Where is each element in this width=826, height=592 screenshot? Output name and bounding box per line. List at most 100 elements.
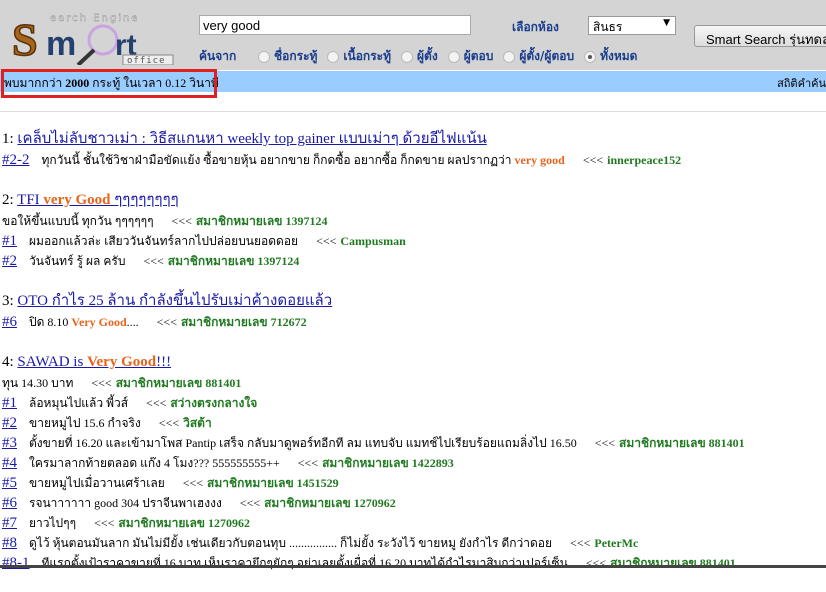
svg-text:earch Engine: earch Engine: [50, 13, 139, 24]
author-arrows: <<<: [143, 254, 164, 268]
reply-tag-link[interactable]: #8: [2, 535, 17, 551]
radio-1[interactable]: เนื้อกระทู้: [327, 47, 391, 66]
author-name[interactable]: สมาชิกหมายเลข 1270962: [264, 496, 396, 510]
reply-text: ทุกวันนี้ ชั้นใช้วิชาฝ่ามือขัดแย้ง ซื้อข…: [41, 153, 515, 167]
author-name[interactable]: สมาชิกหมายเลข 1397124: [168, 254, 300, 268]
reply-tag-link[interactable]: #2: [2, 253, 17, 269]
reply-line: #2-2 ทุกวันนี้ ชั้นใช้วิชาฝ่ามือขัดแย้ง ซ…: [2, 150, 826, 170]
radio-2[interactable]: ผู้ตั้ง: [401, 47, 438, 66]
radio-button[interactable]: [258, 50, 270, 63]
author-arrows: <<<: [158, 416, 180, 430]
search-scope-radios: ชื่อกระทู้ เนื้อกระทู้ ผู้ตั้ง ผู้ตอบ ผู้ตั้…: [258, 47, 637, 66]
result-item: 3: OTO กำไร 25 ล้าน กำลังขึ้นไปรับเม่าค้…: [2, 290, 826, 332]
author-arrows: <<<: [582, 153, 604, 167]
results-list: 1: เคล็บไม่ลับชาวเม่า : วิธีสแกนหา weekl…: [2, 128, 826, 592]
radio-button[interactable]: [447, 50, 460, 63]
radio-0[interactable]: ชื่อกระทู้: [258, 47, 317, 66]
search-statistics-link[interactable]: สถิติคำค้น: [777, 74, 826, 92]
author-name[interactable]: สมาชิกหมายเลข 1451529: [207, 476, 339, 490]
reply-line: ขอให้ขึ้นแบบนี้ ทุกวัน ๆๆๆๆๆๆ <<< สมาชิกหม…: [2, 211, 826, 231]
search-input[interactable]: very good: [199, 15, 471, 35]
result-item: 2: TFI very Good ๆๆๆๆๆๆๆๆ ขอให้ขึ้นแบบนี้…: [2, 189, 826, 271]
author-name[interactable]: สว่างตรงกลางใจ: [170, 396, 257, 410]
author-name[interactable]: PeterMc: [594, 536, 638, 550]
reply-line: ทุน 14.30 บาท <<< สมาชิกหมายเลข 881401: [2, 373, 826, 393]
reply-tag-link[interactable]: #8-1: [2, 555, 30, 571]
author-name[interactable]: innerpeace152: [607, 153, 681, 167]
chevron-down-icon: ▼: [663, 18, 670, 28]
author-name[interactable]: สมาชิกหมายเลข 881401: [116, 376, 242, 390]
room-label: เลือกห้อง: [512, 20, 559, 34]
author-name[interactable]: สมาชิกหมายเลข 881401: [619, 436, 745, 450]
author-arrows: <<<: [182, 476, 204, 490]
author-name[interactable]: สมาชิกหมายเลข 712672: [181, 315, 307, 329]
reply-tag-link[interactable]: #2-2: [2, 152, 30, 168]
highlight-term: Very Good: [87, 354, 157, 370]
reply-tag-link[interactable]: #6: [2, 314, 17, 330]
reply-text: ปิด 8.10: [29, 315, 72, 329]
title-text: TFI: [17, 192, 44, 208]
reply-text: ขอให้ขึ้นแบบนี้ ทุกวัน ๆๆๆๆๆๆ: [2, 214, 154, 228]
author-arrows: <<<: [91, 376, 112, 390]
svg-text:S: S: [12, 14, 38, 65]
radio-3[interactable]: ผู้ตอบ: [447, 47, 493, 66]
room-select[interactable]: สินธร ▼: [588, 16, 676, 35]
title-text: ๆๆๆๆๆๆๆๆ: [110, 192, 179, 208]
title-text: SAWAD is: [17, 354, 88, 370]
author-arrows: <<<: [171, 214, 192, 228]
reply-tag-link[interactable]: #3: [2, 435, 17, 451]
radio-4[interactable]: ผู้ตั้ง/ผู้ตอบ: [503, 47, 574, 66]
author-arrows: <<<: [156, 315, 177, 329]
author-name[interactable]: สมาชิกหมายเลข 1397124: [196, 214, 328, 228]
reply-tag-link[interactable]: #1: [2, 233, 17, 249]
reply-line: #2 วันจันทร์ รู้ ผล ครับ <<< สมาชิกหมายเลข …: [2, 251, 826, 271]
reply-text: ใครมาลากท้ายตลอด แก๊ง 4 โมง??? 555555555…: [29, 456, 280, 470]
reply-tag-link[interactable]: #7: [2, 515, 17, 531]
reply-line: #8 ดูไว้ หุ้นตอนมันลาก มันไม่มียั้ง เช่นเ…: [2, 533, 826, 553]
reply-line: #5 ขายหมูไปเมื่อวานเศร้าเลย <<< สมาชิกหมายเ…: [2, 473, 826, 493]
result-title-link[interactable]: เคล็บไม่ลับชาวเม่า : วิธีสแกนหา weekly t…: [17, 131, 486, 147]
author-arrows: <<<: [94, 516, 115, 530]
reply-tag-link[interactable]: #1: [2, 395, 17, 411]
smart-search-button[interactable]: Smart Search รุ่นทดลอง: [694, 25, 826, 47]
highlight-term: very Good: [43, 192, 111, 208]
reply-line: #7 ยาวไปๆๆ <<< สมาชิกหมายเลข 1270962: [2, 513, 826, 533]
reply-line: #1 ล้อหมุนไปแล้ว พี้วส์ <<< สว่างตรงกลางใจ: [2, 393, 826, 413]
radio-button[interactable]: [584, 50, 597, 63]
author-arrows: <<<: [316, 234, 337, 248]
author-name[interactable]: สมาชิกหมายเลข 1422893: [322, 456, 454, 470]
reply-line: #2 ขายหมูไป 15.6 กำจริง <<< วิสต้า: [2, 413, 826, 433]
radio-5[interactable]: ทั้งหมด: [584, 47, 637, 66]
result-title-link[interactable]: SAWAD is Very Good!!!: [17, 354, 171, 370]
result-title-link[interactable]: OTO กำไร 25 ล้าน กำลังขึ้นไปรับเม่าค้างด…: [17, 293, 332, 309]
reply-text: ....: [126, 315, 139, 329]
result-item: 1: เคล็บไม่ลับชาวเม่า : วิธีสแกนหา weekl…: [2, 128, 826, 170]
result-title-link[interactable]: TFI very Good ๆๆๆๆๆๆๆๆ: [17, 192, 179, 208]
radio-label: ชื่อกระทู้: [274, 49, 318, 63]
reply-tag-link[interactable]: #5: [2, 475, 17, 491]
reply-text: ดูไว้ หุ้นตอนมันลาก มันไม่มียั้ง เช่นเดี…: [29, 536, 553, 550]
reply-line: #4 ใครมาลากท้ายตลอด แก๊ง 4 โมง??? 5555555…: [2, 453, 826, 473]
result-title: 3: OTO กำไร 25 ล้าน กำลังขึ้นไปรับเม่าค้…: [2, 290, 826, 312]
reply-text: วันจันทร์ รู้ ผล ครับ: [29, 254, 126, 268]
reply-tag-link[interactable]: #6: [2, 495, 17, 511]
reply-tag-link[interactable]: #2: [2, 415, 17, 431]
search-header: earch Engine S m rt office very good เลื…: [0, 0, 826, 70]
result-title: 1: เคล็บไม่ลับชาวเม่า : วิธีสแกนหา weekl…: [2, 128, 826, 150]
result-number: 1:: [2, 131, 14, 147]
reply-text: ขายหมูไป 15.6 กำจริง: [29, 416, 141, 430]
radio-label: ผู้ตั้ง/ผู้ตอบ: [519, 49, 575, 63]
reply-tag-link[interactable]: #4: [2, 455, 17, 471]
radio-label: เนื้อกระทู้: [343, 49, 391, 63]
author-name[interactable]: วิสต้า: [183, 416, 212, 430]
result-title: 4: SAWAD is Very Good!!!: [2, 351, 826, 373]
radio-button[interactable]: [401, 50, 413, 63]
author-name[interactable]: สมาชิกหมายเลข 1270962: [118, 516, 250, 530]
radio-button[interactable]: [503, 50, 516, 63]
author-arrows: <<<: [146, 396, 167, 410]
reply-line: #8-1 ทีแรกตั้งเป้าราคาขายที่ 16 บาท เห็นร…: [2, 553, 826, 573]
author-name[interactable]: Campusman: [340, 234, 405, 248]
radio-button[interactable]: [327, 50, 340, 63]
result-item: 4: SAWAD is Very Good!!! ทุน 14.30 บาท <<<…: [2, 351, 826, 573]
room-value: สินธร: [593, 20, 623, 34]
